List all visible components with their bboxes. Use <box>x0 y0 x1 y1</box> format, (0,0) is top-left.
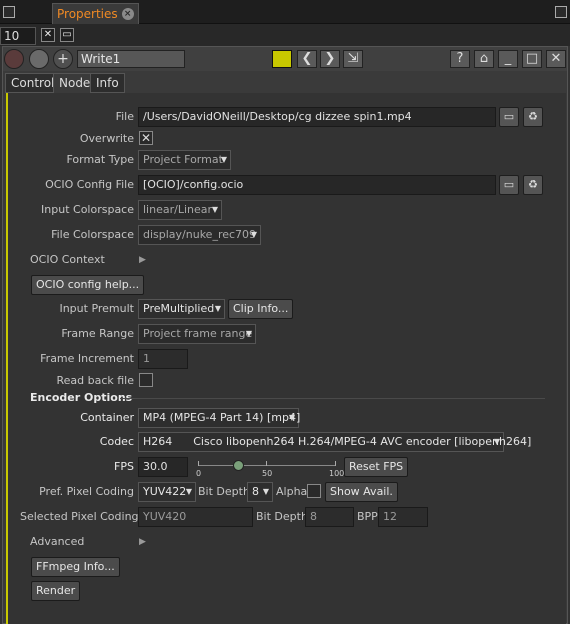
read-back-file-checkbox[interactable] <box>139 373 153 387</box>
clip-info-button[interactable]: Clip Info... <box>228 299 294 319</box>
ocio-folder-icon[interactable]: ▭ <box>499 175 519 195</box>
add-icon[interactable]: + <box>53 49 73 69</box>
ocio-config-help-button[interactable]: OCIO config help... <box>31 275 145 295</box>
alpha-label: Alpha <box>276 485 308 498</box>
ocio-context-label: OCIO Context <box>30 253 105 266</box>
alpha-checkbox[interactable] <box>307 484 321 498</box>
input-premult-label: Input Premult <box>59 302 134 315</box>
codec-label: Codec <box>99 435 134 448</box>
advanced-label: Advanced <box>30 535 85 548</box>
panel-tab-bar: Properties × <box>0 0 570 24</box>
file-colorspace-label: File Colorspace <box>51 228 134 241</box>
overwrite-label: Overwrite <box>79 132 134 145</box>
fps-slider[interactable]: 0 50 100 <box>196 456 344 478</box>
help-icon[interactable]: ? <box>450 50 470 68</box>
tab-properties-label: Properties <box>57 7 118 21</box>
fps-slider-track <box>198 465 336 466</box>
clear-panels-button[interactable]: ✕ <box>41 28 55 42</box>
container-dropdown[interactable]: MP4 (MPEG-4 Part 14) [mp4] <box>138 408 300 428</box>
file-label: File <box>115 110 134 123</box>
node-settings-icon[interactable]: ⌂ <box>474 50 494 68</box>
input-premult-dropdown[interactable]: PreMultiplied <box>138 299 225 319</box>
section-divider <box>120 398 545 399</box>
panel-tabs: Controls Node Info <box>3 73 567 93</box>
refresh-icon[interactable]: ♻ <box>523 107 543 127</box>
bpp-field: 12 <box>378 507 428 527</box>
fps-input[interactable]: 30.0 <box>138 457 188 477</box>
record-icon[interactable] <box>4 49 24 69</box>
close-panel-icon[interactable]: ✕ <box>546 50 566 68</box>
frame-range-label: Frame Range <box>61 327 134 340</box>
input-colorspace-label: Input Colorspace <box>41 203 134 216</box>
format-type-label: Format Type <box>66 153 134 166</box>
ocio-context-expand-icon[interactable]: ▶ <box>139 255 146 265</box>
content-menu-icon[interactable] <box>3 6 15 18</box>
chevron-left-icon[interactable]: ❮ <box>297 50 317 68</box>
slider-max-label: 100 <box>329 469 345 478</box>
input-colorspace-dropdown[interactable]: linear/Linear <box>138 200 222 220</box>
slider-tick <box>335 461 336 466</box>
float-panel-button[interactable]: ▭ <box>60 28 74 42</box>
node-color-swatch[interactable] <box>272 50 292 68</box>
slider-mid-label: 50 <box>262 469 273 478</box>
properties-toolbar <box>0 24 570 46</box>
tab-properties[interactable]: Properties × <box>52 3 139 24</box>
format-type-dropdown[interactable]: Project Format <box>138 150 231 170</box>
gear-icon[interactable] <box>29 49 49 69</box>
minimize-icon[interactable]: _ <box>498 50 518 68</box>
fps-slider-knob[interactable] <box>233 460 245 471</box>
ffmpeg-info-button[interactable]: FFmpeg Info... <box>31 557 120 577</box>
frame-increment-label: Frame Increment <box>40 352 134 365</box>
selected-pixel-coding-field: YUV420 <box>138 507 253 527</box>
chevron-right-icon[interactable]: ❯ <box>320 50 340 68</box>
bit-depth-label: Bit Depth <box>198 485 250 498</box>
show-avail-button[interactable]: Show Avail. <box>325 482 398 502</box>
file-colorspace-dropdown[interactable]: display/nuke_rec709 <box>138 225 261 245</box>
maximize-icon[interactable]: □ <box>522 50 542 68</box>
selected-pixel-coding-label: Selected Pixel Coding <box>20 510 139 523</box>
pref-pixel-coding-label: Pref. Pixel Coding <box>39 485 134 498</box>
slider-tick <box>266 461 267 466</box>
codec-dropdown[interactable]: H264 Cisco libopenh264 H.264/MPEG-4 AVC … <box>138 432 531 452</box>
pane-menu-icon[interactable] <box>555 6 567 18</box>
close-icon[interactable]: × <box>121 8 134 20</box>
fps-label: FPS <box>114 460 134 473</box>
render-button[interactable]: Render <box>31 581 81 601</box>
bpp-label: BPP <box>357 510 378 523</box>
selected-bit-depth-label: Bit Depth <box>256 510 308 523</box>
frame-increment-input[interactable]: 1 <box>138 349 188 369</box>
pref-pixel-coding-dropdown[interactable]: YUV422 <box>138 482 196 502</box>
slider-min-label: 0 <box>196 469 202 478</box>
file-input[interactable]: /Users/DavidONeill/Desktop/cg dizzee spi… <box>138 107 496 127</box>
ocio-refresh-icon[interactable]: ♻ <box>523 175 543 195</box>
encoder-options-heading: Encoder Options <box>30 391 133 404</box>
tab-info[interactable]: Info <box>90 73 125 93</box>
reset-fps-button[interactable]: Reset FPS <box>344 457 409 477</box>
bit-depth-dropdown[interactable]: 8 <box>247 482 273 502</box>
ocio-config-file-label: OCIO Config File <box>45 178 134 191</box>
selected-bit-depth-field: 8 <box>305 507 354 527</box>
max-panels-input[interactable]: 10 <box>0 27 36 45</box>
float-window-icon[interactable]: ⇲ <box>343 50 363 68</box>
overwrite-checkbox[interactable]: ✕ <box>139 131 153 145</box>
advanced-expand-icon[interactable]: ▶ <box>139 537 146 547</box>
folder-icon[interactable]: ▭ <box>499 107 519 127</box>
slider-tick <box>198 461 199 466</box>
frame-range-dropdown[interactable]: Project frame range <box>138 324 256 344</box>
container-label: Container <box>80 411 134 424</box>
ocio-config-file-input[interactable]: [OCIO]/config.ocio <box>138 175 496 195</box>
read-back-file-label: Read back file <box>56 374 134 387</box>
node-name-input[interactable]: Write1 <box>77 50 185 68</box>
